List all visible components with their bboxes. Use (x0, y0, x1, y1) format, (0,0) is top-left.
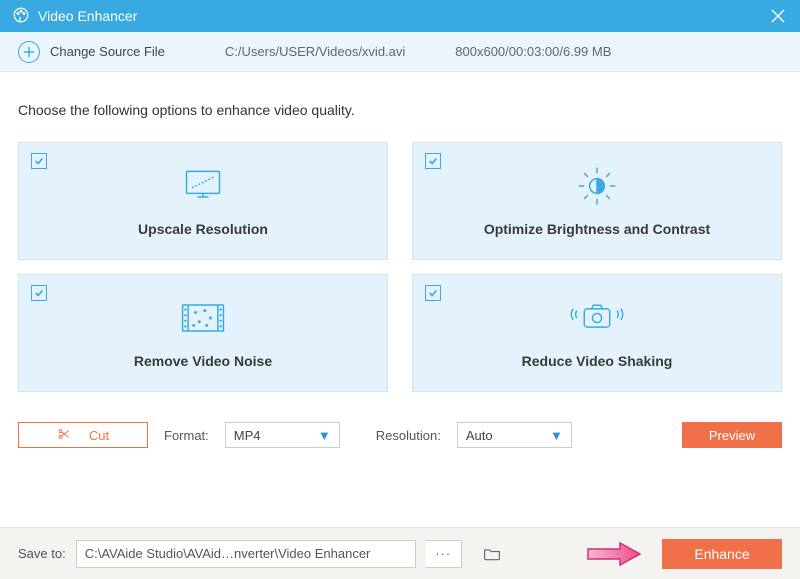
monitor-icon (181, 165, 225, 207)
checkbox-upscale[interactable] (31, 153, 47, 169)
change-source-button[interactable]: Change Source File (50, 44, 165, 59)
checkbox-noise[interactable] (31, 285, 47, 301)
close-button[interactable] (768, 6, 788, 26)
checkbox-brightness[interactable] (425, 153, 441, 169)
chevron-down-icon: ▼ (550, 428, 563, 443)
tile-reduce-shaking[interactable]: Reduce Video Shaking (412, 274, 782, 392)
format-select[interactable]: MP4 ▼ (225, 422, 340, 448)
tile-label: Upscale Resolution (138, 221, 268, 237)
tile-remove-noise[interactable]: Remove Video Noise (18, 274, 388, 392)
controls-row: Cut Format: MP4 ▼ Resolution: Auto ▼ Pre… (18, 422, 782, 448)
resolution-label: Resolution: (376, 428, 441, 443)
plus-icon[interactable] (18, 41, 40, 63)
save-to-label: Save to: (18, 546, 66, 561)
source-meta: 800x600/00:03:00/6.99 MB (455, 44, 611, 59)
options-grid: Upscale Resolution Optimize Brightness a… (18, 142, 782, 392)
save-path-field[interactable]: C:\AVAide Studio\AVAid…nverter\Video Enh… (76, 540, 416, 568)
tile-label: Remove Video Noise (134, 353, 272, 369)
content-area: Choose the following options to enhance … (0, 72, 800, 464)
tile-upscale-resolution[interactable]: Upscale Resolution (18, 142, 388, 260)
tile-label: Reduce Video Shaking (522, 353, 673, 369)
titlebar: Video Enhancer (0, 0, 800, 32)
preview-button[interactable]: Preview (682, 422, 782, 448)
cut-label: Cut (89, 428, 109, 443)
resolution-select[interactable]: Auto ▼ (457, 422, 572, 448)
enhance-button[interactable]: Enhance (662, 539, 782, 569)
instruction-text: Choose the following options to enhance … (18, 102, 782, 118)
camera-shake-icon (569, 297, 625, 339)
resolution-value: Auto (466, 428, 493, 443)
tile-optimize-brightness[interactable]: Optimize Brightness and Contrast (412, 142, 782, 260)
browse-button[interactable]: ··· (426, 540, 462, 568)
checkbox-shaking[interactable] (425, 285, 441, 301)
tile-label: Optimize Brightness and Contrast (484, 221, 710, 237)
arrow-annotation (516, 539, 652, 569)
footer-bar: Save to: C:\AVAide Studio\AVAid…nverter\… (0, 527, 800, 579)
scissors-icon (57, 427, 71, 444)
source-path: C:/Users/USER/Videos/xvid.avi (225, 44, 405, 59)
window-title: Video Enhancer (38, 8, 137, 24)
chevron-down-icon: ▼ (318, 428, 331, 443)
format-value: MP4 (234, 428, 261, 443)
palette-icon (12, 6, 30, 27)
open-folder-button[interactable] (478, 540, 506, 568)
sun-icon (575, 165, 619, 207)
source-bar: Change Source File C:/Users/USER/Videos/… (0, 32, 800, 72)
titlebar-left: Video Enhancer (12, 6, 137, 27)
format-label: Format: (164, 428, 209, 443)
cut-button[interactable]: Cut (18, 422, 148, 448)
film-icon (177, 297, 229, 339)
